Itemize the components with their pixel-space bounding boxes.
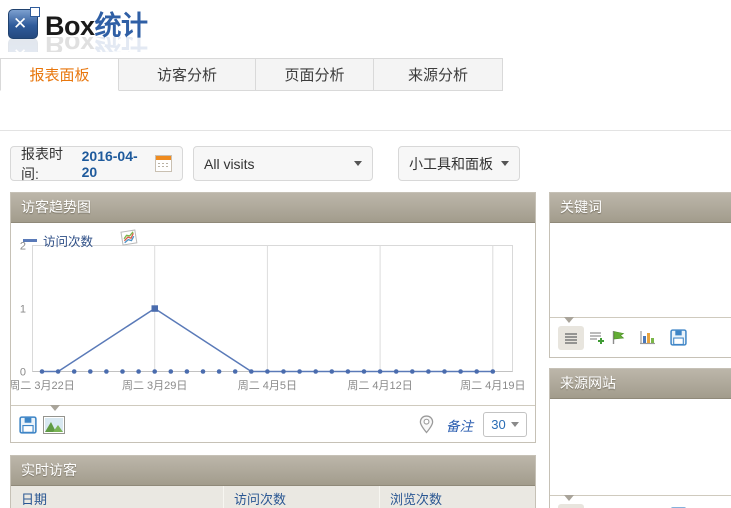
data-point xyxy=(104,369,109,374)
data-point xyxy=(491,369,496,374)
realtime-visitors-panel: 实时访客 日期 访问次数 浏览次数 xyxy=(10,455,536,508)
data-point xyxy=(56,369,61,374)
data-point xyxy=(313,369,318,374)
table-view-icon[interactable] xyxy=(558,326,584,350)
annotations-link[interactable]: 备注 xyxy=(446,415,473,435)
chevron-down-icon xyxy=(501,161,509,166)
x-tick-label: 周二 4月5日 xyxy=(238,379,297,392)
data-point xyxy=(249,369,254,374)
date-range-selector[interactable]: 报表时间: 2016-04-20 xyxy=(10,146,183,181)
x-tick-label: 周二 4月19日 xyxy=(460,379,525,392)
bar-chart-view-icon[interactable] xyxy=(639,330,656,345)
y-tick-label: 1 xyxy=(20,304,26,316)
data-point xyxy=(458,369,463,374)
visitor-trend-panel: 访客趋势图 012周二 3月22日周二 3月29日周二 4月5日周二 4月12日… xyxy=(10,192,536,443)
chevron-down-icon xyxy=(354,161,362,166)
data-point xyxy=(185,369,190,374)
divider xyxy=(0,130,731,131)
x-tick-label: 周二 3月29日 xyxy=(122,379,187,392)
data-point xyxy=(442,369,447,374)
visitor-trend-header[interactable]: 访客趋势图 xyxy=(11,193,535,223)
data-point xyxy=(426,369,431,374)
column-header-visits: 访问次数 xyxy=(224,486,380,508)
calendar-icon xyxy=(155,155,172,172)
export-image-icon[interactable] xyxy=(43,416,65,434)
legend-series-swatch xyxy=(23,239,37,242)
date-value: 2016-04-20 xyxy=(82,148,149,180)
row-limit-selector[interactable]: 30 xyxy=(483,412,527,437)
data-point xyxy=(474,369,479,374)
row-limit-value: 30 xyxy=(491,417,505,432)
tab-dashboard[interactable]: 报表面板 xyxy=(0,58,119,91)
segment-selector[interactable]: All visits xyxy=(193,146,373,181)
export-image-icon[interactable] xyxy=(119,229,139,251)
chart-legend: 访问次数 xyxy=(23,229,139,251)
active-view-pointer-icon xyxy=(564,317,574,323)
app-title: Box统计 xyxy=(45,4,148,43)
data-point xyxy=(120,369,125,374)
keywords-header[interactable]: 关键词 xyxy=(550,193,731,223)
keywords-footer xyxy=(550,317,731,357)
main-nav-tabs: 报表面板 访客分析 页面分析 来源分析 xyxy=(0,58,503,91)
data-point xyxy=(88,369,93,374)
chevron-down-icon xyxy=(511,422,519,427)
data-point xyxy=(136,369,141,374)
data-point xyxy=(281,369,286,374)
referrer-websites-body xyxy=(550,399,731,495)
data-point xyxy=(346,369,351,374)
active-view-pointer-icon xyxy=(564,495,574,501)
tab-referrers[interactable]: 来源分析 xyxy=(374,58,503,91)
box-logo-icon: ✕ xyxy=(8,9,38,39)
export-data-icon[interactable] xyxy=(19,416,37,434)
export-data-icon[interactable] xyxy=(670,329,687,346)
widgets-menu-button[interactable]: 小工具和面板 xyxy=(398,146,520,181)
realtime-table-header-row: 日期 访问次数 浏览次数 xyxy=(11,486,535,508)
data-point xyxy=(265,369,270,374)
tab-visitors[interactable]: 访客分析 xyxy=(119,58,256,91)
data-point xyxy=(410,369,415,374)
segment-value: All visits xyxy=(204,156,255,172)
referrer-websites-panel: 来源网站 xyxy=(549,368,731,508)
realtime-visitors-header[interactable]: 实时访客 xyxy=(11,456,535,486)
column-header-date: 日期 xyxy=(11,486,224,508)
tab-pages[interactable]: 页面分析 xyxy=(256,58,374,91)
data-point xyxy=(233,369,238,374)
keywords-panel: 关键词 xyxy=(549,192,731,358)
data-point xyxy=(40,369,45,374)
referrer-websites-footer xyxy=(550,495,731,508)
goals-view-icon[interactable] xyxy=(611,330,625,345)
data-point xyxy=(72,369,77,374)
chart-footer: 备注 30 xyxy=(11,405,535,443)
widgets-menu-label: 小工具和面板 xyxy=(409,154,493,174)
data-point xyxy=(152,369,157,374)
keywords-body xyxy=(550,223,731,317)
column-header-pageviews: 浏览次数 xyxy=(380,486,535,508)
peak-data-point xyxy=(152,305,159,312)
visitor-trend-body: 012周二 3月22日周二 3月29日周二 4月5日周二 4月12日周二 4月1… xyxy=(11,223,535,405)
location-pin-icon[interactable] xyxy=(419,415,434,434)
y-tick-label: 0 xyxy=(20,367,26,379)
dashboard-screen: ✕ Box统计 ✕ Box统计 报表面板 访客分析 页面分析 来源分析 报表时间… xyxy=(0,0,731,508)
referrer-websites-header[interactable]: 来源网站 xyxy=(550,369,731,399)
data-point xyxy=(217,369,222,374)
x-tick-label: 周二 3月22日 xyxy=(11,379,75,392)
data-point xyxy=(169,369,174,374)
data-point xyxy=(297,369,302,374)
app-logo[interactable]: ✕ Box统计 xyxy=(8,4,148,43)
x-tick-label: 周二 4月12日 xyxy=(347,379,412,392)
table-view-icon[interactable] xyxy=(558,504,584,508)
plot-border xyxy=(33,246,513,372)
legend-series-label: 访问次数 xyxy=(43,231,93,250)
data-point xyxy=(378,369,383,374)
data-point xyxy=(362,369,367,374)
data-point xyxy=(394,369,399,374)
data-point xyxy=(330,369,335,374)
all-columns-view-icon[interactable] xyxy=(589,331,605,345)
date-label: 报表时间: xyxy=(21,144,77,184)
active-view-pointer-icon xyxy=(50,405,60,411)
data-point xyxy=(201,369,206,374)
